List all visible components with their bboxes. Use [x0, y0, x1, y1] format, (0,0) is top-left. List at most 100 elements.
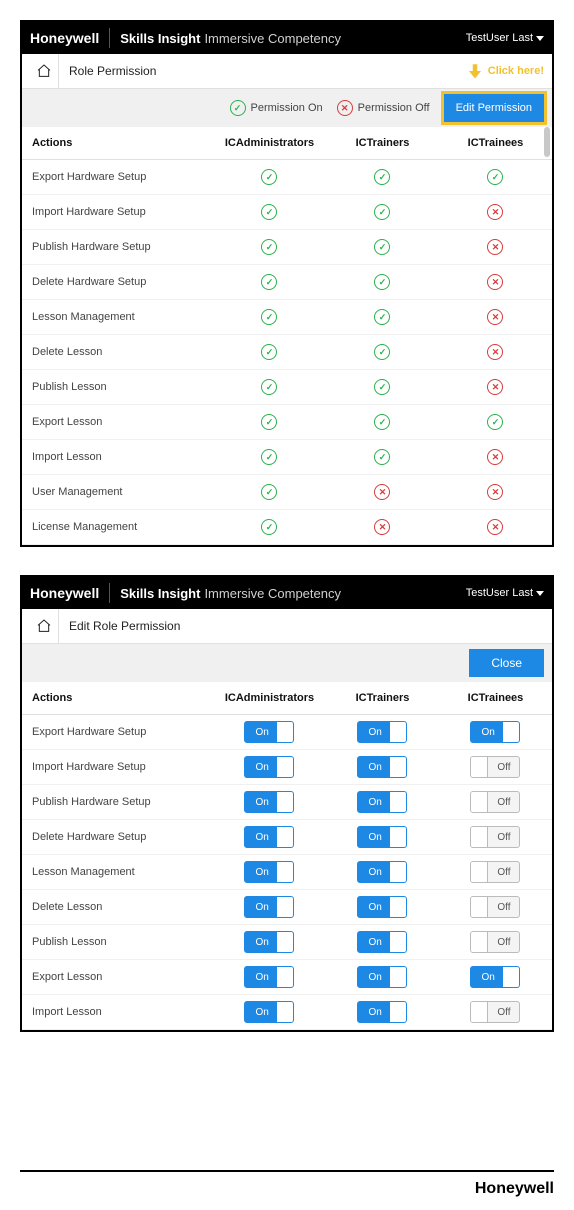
app-title: Skills Insight Immersive Competency — [120, 586, 466, 601]
user-name: TestUser Last — [466, 587, 533, 599]
permission-toggle[interactable]: On — [244, 756, 294, 778]
action-name: Delete Hardware Setup — [22, 820, 213, 855]
toggle-knob — [390, 722, 406, 742]
permission-cell: On — [326, 960, 439, 995]
check-circle-icon: ✓ — [487, 169, 503, 185]
check-circle-icon: ✓ — [261, 309, 277, 325]
permission-cell: On — [213, 715, 326, 750]
permission-toggle[interactable]: On — [470, 966, 520, 988]
permission-toggle[interactable]: On — [244, 896, 294, 918]
permission-toggle[interactable]: Off — [470, 861, 520, 883]
permission-toggle[interactable]: On — [357, 931, 407, 953]
x-circle-icon: ✕ — [487, 449, 503, 465]
permission-toggle[interactable]: On — [357, 896, 407, 918]
toggle-knob — [277, 932, 293, 952]
table-row: Import Hardware Setup✓✓✕ — [22, 195, 552, 230]
permission-table-wrap: Actions ICAdministrators ICTrainers ICTr… — [22, 127, 552, 545]
permission-cell: On — [326, 715, 439, 750]
permission-toggle[interactable]: On — [357, 1001, 407, 1023]
permission-cell: ✕ — [439, 440, 552, 475]
permission-toggle[interactable]: On — [244, 931, 294, 953]
role-permission-panel: Honeywell Skills Insight Immersive Compe… — [20, 20, 554, 547]
table-row: Lesson ManagementOnOnOff — [22, 855, 552, 890]
toggle-label: Off — [497, 902, 519, 913]
permission-cell: ✓ — [213, 230, 326, 265]
brand-logo: Honeywell — [30, 30, 109, 46]
permission-cell: ✓ — [326, 405, 439, 440]
permission-toggle[interactable]: On — [244, 966, 294, 988]
check-circle-icon: ✓ — [374, 449, 390, 465]
close-button[interactable]: Close — [469, 649, 544, 677]
permission-toggle[interactable]: On — [244, 721, 294, 743]
toggle-label: On — [358, 762, 381, 773]
permission-toggle[interactable]: On — [357, 861, 407, 883]
toggle-knob — [277, 757, 293, 777]
home-icon — [36, 63, 52, 79]
permission-cell: ✓ — [326, 265, 439, 300]
toggle-label: Off — [497, 937, 519, 948]
permission-toggle[interactable]: On — [244, 861, 294, 883]
permission-toggle[interactable]: On — [470, 721, 520, 743]
permission-cell: ✓ — [326, 370, 439, 405]
user-menu[interactable]: TestUser Last — [466, 587, 544, 599]
action-name: Import Hardware Setup — [22, 195, 213, 230]
toggle-label: Off — [497, 762, 519, 773]
toggle-label: On — [358, 867, 381, 878]
x-circle-icon: ✕ — [487, 274, 503, 290]
x-circle-icon: ✕ — [487, 484, 503, 500]
user-menu[interactable]: TestUser Last — [466, 32, 544, 44]
permission-toggle[interactable]: On — [357, 966, 407, 988]
permission-cell: ✓ — [326, 335, 439, 370]
check-circle-icon: ✓ — [374, 169, 390, 185]
chevron-down-icon — [536, 36, 544, 41]
permission-toggle[interactable]: Off — [470, 1001, 520, 1023]
edit-role-permission-panel: Honeywell Skills Insight Immersive Compe… — [20, 575, 554, 1032]
home-icon — [36, 618, 52, 634]
permission-cell: ✓ — [213, 300, 326, 335]
permission-toggle[interactable]: On — [357, 826, 407, 848]
legend-permission-off: ✕ Permission Off — [337, 100, 430, 116]
permission-toggle[interactable]: On — [357, 721, 407, 743]
check-circle-icon: ✓ — [261, 239, 277, 255]
chevron-down-icon — [536, 591, 544, 596]
toggle-knob — [471, 1002, 488, 1022]
toggle-knob — [471, 792, 488, 812]
permission-toggle[interactable]: Off — [470, 896, 520, 918]
x-circle-icon: ✕ — [487, 519, 503, 535]
home-button[interactable] — [30, 54, 59, 88]
x-circle-icon: ✕ — [337, 100, 353, 116]
check-circle-icon: ✓ — [261, 274, 277, 290]
permission-cell: ✓ — [213, 195, 326, 230]
permission-toggle[interactable]: Off — [470, 931, 520, 953]
col-ictrainers: ICTrainers — [326, 127, 439, 160]
permission-toggle[interactable]: Off — [470, 756, 520, 778]
permission-toggle[interactable]: On — [244, 791, 294, 813]
home-button[interactable] — [30, 609, 59, 643]
permission-toggle[interactable]: On — [244, 1001, 294, 1023]
action-name: Delete Lesson — [22, 890, 213, 925]
toggle-label: On — [245, 867, 268, 878]
edit-permission-button[interactable]: Edit Permission — [444, 94, 544, 122]
permission-cell: ✕ — [439, 370, 552, 405]
toggle-knob — [471, 897, 488, 917]
permission-cell: ✕ — [326, 510, 439, 545]
table-row: User Management✓✕✕ — [22, 475, 552, 510]
col-ictrainees: ICTrainees — [439, 127, 552, 160]
toggle-knob — [390, 967, 406, 987]
divider — [109, 28, 110, 48]
permission-toggle[interactable]: Off — [470, 791, 520, 813]
permission-cell: On — [326, 855, 439, 890]
toggle-label: On — [245, 832, 268, 843]
permission-toggle[interactable]: On — [357, 756, 407, 778]
action-name: Lesson Management — [22, 300, 213, 335]
toggle-knob — [471, 932, 488, 952]
col-icadministrators: ICAdministrators — [213, 127, 326, 160]
permission-toggle[interactable]: Off — [470, 826, 520, 848]
permission-toggle[interactable]: On — [244, 826, 294, 848]
check-circle-icon: ✓ — [374, 309, 390, 325]
permission-toggle[interactable]: On — [357, 791, 407, 813]
table-row: Publish Hardware SetupOnOnOff — [22, 785, 552, 820]
action-name: Import Lesson — [22, 440, 213, 475]
scrollbar[interactable] — [544, 127, 550, 157]
arrow-down-icon — [466, 61, 484, 81]
